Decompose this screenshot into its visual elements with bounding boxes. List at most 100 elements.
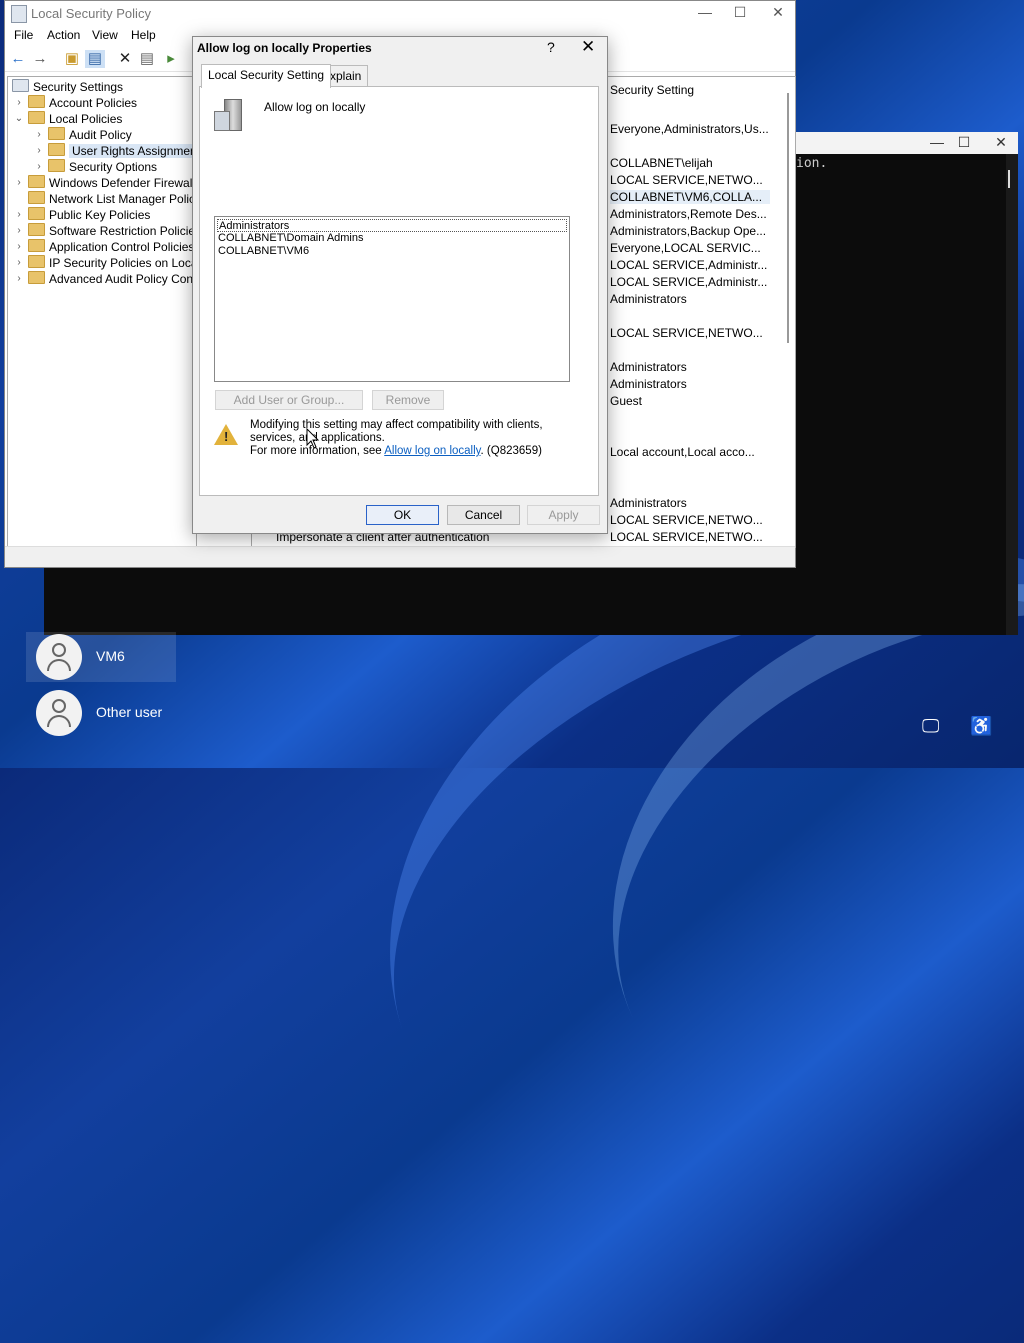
forward-arrow-icon[interactable]: →	[30, 50, 50, 68]
folder-icon	[48, 159, 65, 172]
mmc-close-button[interactable]: ✕	[761, 4, 795, 21]
chevron-right-icon[interactable]: ›	[34, 143, 44, 159]
list-item-vm6[interactable]: COLLABNET\VM6	[217, 245, 567, 258]
tree-item-public-key-policies[interactable]: › Public Key Policies	[14, 207, 150, 223]
cancel-button[interactable]: Cancel	[447, 505, 520, 525]
warning-text: Modifying this setting may affect compat…	[250, 419, 580, 458]
policy-list-scrollbar[interactable]	[781, 77, 795, 547]
members-listbox[interactable]: Administrators COLLABNET\Domain Admins C…	[214, 216, 570, 382]
dialog-title: Allow log on locally Properties	[197, 41, 372, 55]
console-text: ion.	[796, 156, 828, 171]
tree-item-ip-security-policies[interactable]: › IP Security Policies on Local C	[14, 255, 196, 271]
mmc-title: Local Security Policy	[31, 6, 151, 21]
mmc-titlebar: Local Security Policy — ☐ ✕	[5, 1, 795, 25]
chevron-right-icon[interactable]: ›	[14, 271, 24, 287]
close-icon[interactable]: ✕	[581, 37, 595, 57]
accessibility-icon[interactable]: ♿	[970, 716, 992, 737]
list-item-domain-admins[interactable]: COLLABNET\Domain Admins	[217, 232, 567, 245]
setting-value[interactable]: COLLABNET\elijah	[610, 156, 713, 170]
tree-item-security-options[interactable]: › Security Options	[34, 159, 157, 175]
chevron-right-icon[interactable]: ›	[34, 159, 44, 175]
setting-value[interactable]: Local account,Local acco...	[610, 445, 755, 459]
user-name: VM6	[96, 648, 125, 664]
console-maximize-button[interactable]: ☐	[949, 134, 979, 151]
add-user-or-group-button[interactable]: Add User or Group...	[215, 390, 363, 410]
help-icon[interactable]: ?	[547, 39, 555, 55]
setting-value[interactable]: Guest	[610, 394, 642, 408]
menu-help[interactable]: Help	[131, 28, 156, 42]
security-policy-app-icon	[11, 5, 27, 23]
tab-local-security-setting[interactable]: Local Security Setting	[201, 64, 332, 88]
user-avatar-icon	[36, 690, 82, 736]
setting-value[interactable]: Everyone,Administrators,Us...	[610, 122, 769, 136]
apply-button[interactable]: Apply	[527, 505, 600, 525]
console-scrollbar[interactable]	[1006, 154, 1018, 635]
tree-item-account-policies[interactable]: › Account Policies	[14, 95, 137, 111]
user-tile-vm6[interactable]: VM6	[26, 632, 176, 682]
chevron-right-icon[interactable]: ›	[14, 207, 24, 223]
up-folder-icon[interactable]: ▣	[62, 50, 82, 68]
setting-value[interactable]: Everyone,LOCAL SERVIC...	[610, 241, 761, 255]
menu-view[interactable]: View	[92, 28, 118, 42]
chevron-right-icon[interactable]: ›	[34, 127, 44, 143]
network-icon[interactable]: 🖵	[922, 716, 939, 737]
setting-value[interactable]: LOCAL SERVICE,Administr...	[610, 258, 767, 272]
mmc-minimize-button[interactable]: —	[688, 4, 722, 20]
tree-item-local-policies[interactable]: ⌄ Local Policies	[14, 111, 122, 127]
tree-item-user-rights-assignment[interactable]: › User Rights Assignment	[34, 143, 196, 159]
warning-icon	[214, 424, 238, 445]
setting-value[interactable]: LOCAL SERVICE,Administr...	[610, 275, 767, 289]
back-arrow-icon[interactable]: ←	[8, 50, 28, 68]
kb-reference: . (Q823659)	[480, 445, 542, 457]
setting-value[interactable]: LOCAL SERVICE,NETWO...	[610, 513, 763, 527]
security-settings-icon	[12, 79, 29, 92]
setting-value[interactable]: LOCAL SERVICE,NETWO...	[610, 173, 763, 187]
allow-log-on-locally-link[interactable]: Allow log on locally	[384, 445, 480, 457]
chevron-down-icon[interactable]: ⌄	[14, 111, 24, 127]
menu-file[interactable]: File	[14, 28, 33, 42]
chevron-right-icon[interactable]: ›	[14, 239, 24, 255]
column-header-security-setting[interactable]: Security Setting	[610, 83, 694, 97]
setting-value-selected[interactable]: COLLABNET\VM6,COLLA...	[610, 190, 771, 204]
mmc-maximize-button[interactable]: ☐	[723, 4, 757, 21]
export-list-icon[interactable]: ▸	[161, 50, 181, 68]
user-avatar-icon	[36, 634, 82, 680]
folder-icon	[28, 175, 45, 188]
folder-icon	[48, 127, 65, 140]
tree-item-network-list-manager[interactable]: Network List Manager Policies	[14, 191, 196, 207]
setting-value[interactable]: LOCAL SERVICE,NETWO...	[610, 326, 763, 340]
show-hide-tree-icon[interactable]: ▤	[85, 50, 105, 68]
tree-item-application-control-policies[interactable]: › Application Control Policies	[14, 239, 194, 255]
tree-item-windows-defender-firewall[interactable]: › Windows Defender Firewall wit	[14, 175, 196, 191]
setting-value[interactable]: Administrators	[610, 292, 687, 306]
chevron-right-icon[interactable]: ›	[14, 95, 24, 111]
server-policy-icon	[214, 99, 244, 131]
setting-value[interactable]: Administrators	[610, 360, 687, 374]
chevron-right-icon[interactable]: ›	[14, 175, 24, 191]
properties-icon[interactable]: ▤	[137, 50, 157, 68]
setting-value[interactable]: Administrators,Backup Ope...	[610, 224, 766, 238]
chevron-right-icon[interactable]: ›	[14, 223, 24, 239]
console-tree[interactable]: Security Settings › Account Policies ⌄ L…	[7, 76, 197, 548]
remove-button[interactable]: Remove	[372, 390, 444, 410]
tree-item-security-settings[interactable]: Security Settings	[12, 79, 123, 95]
tree-item-software-restriction-policies[interactable]: › Software Restriction Policies	[14, 223, 196, 239]
folder-icon	[28, 207, 45, 220]
mouse-cursor-icon	[306, 428, 320, 449]
user-tile-other-user[interactable]: Other user	[26, 688, 176, 738]
setting-value[interactable]: LOCAL SERVICE,NETWO...	[610, 530, 763, 544]
list-item-administrators[interactable]: Administrators	[217, 219, 567, 232]
console-close-button[interactable]: ✕	[986, 134, 1016, 151]
chevron-right-icon[interactable]: ›	[14, 255, 24, 271]
setting-value[interactable]: Administrators	[610, 377, 687, 391]
folder-icon	[28, 239, 45, 252]
ok-button[interactable]: OK	[366, 505, 439, 525]
policy-name: Allow log on locally	[264, 100, 366, 114]
tree-item-audit-policy[interactable]: › Audit Policy	[34, 127, 132, 143]
console-minimize-button[interactable]: —	[922, 134, 952, 150]
tree-item-advanced-audit-policy[interactable]: › Advanced Audit Policy Configu	[14, 271, 196, 287]
setting-value[interactable]: Administrators	[610, 496, 687, 510]
delete-icon[interactable]: ✕	[115, 50, 135, 68]
menu-action[interactable]: Action	[47, 28, 80, 42]
setting-value[interactable]: Administrators,Remote Des...	[610, 207, 767, 221]
